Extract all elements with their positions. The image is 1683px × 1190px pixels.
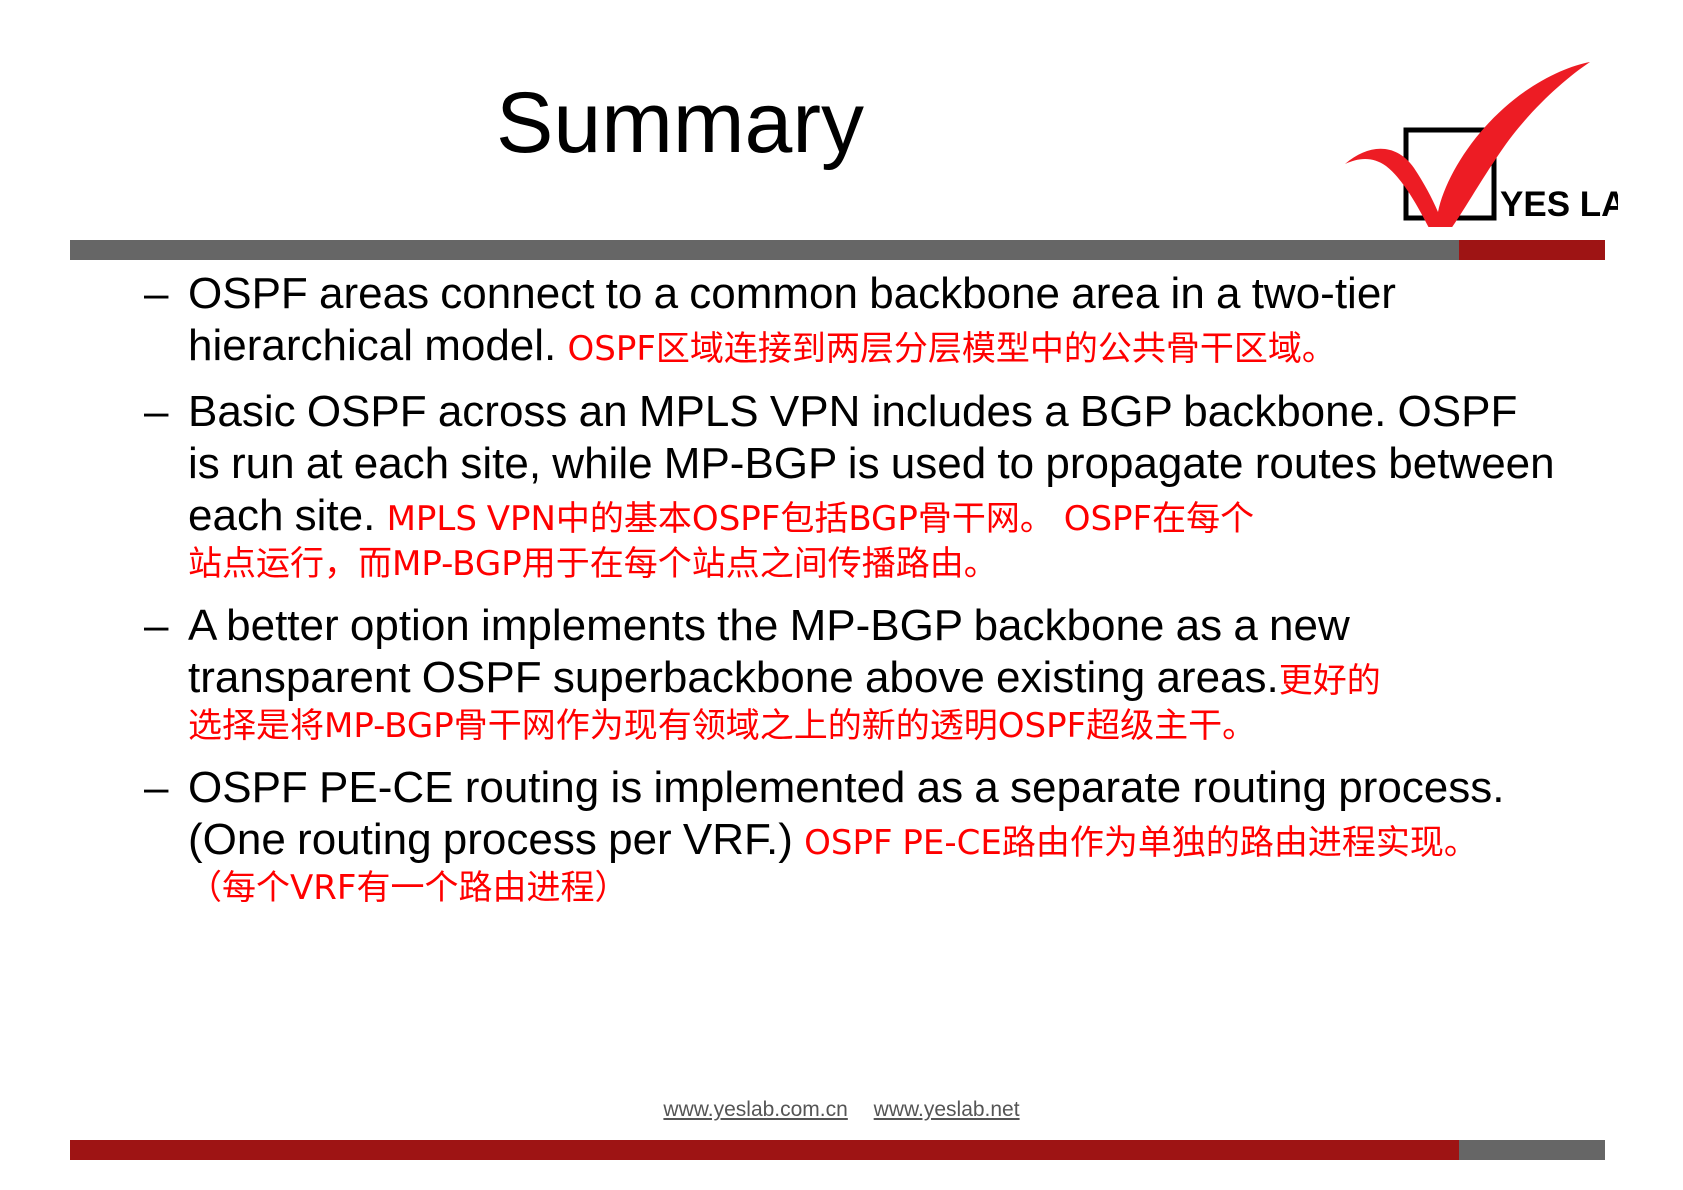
bullet-text-cn: OSPF PE-CE路由作为单独的路由进程实现。 [804,822,1478,863]
bullet-text-cn: 更好的 [1278,660,1381,701]
footer-bar-gray [1459,1140,1605,1160]
bullet-text-en: A better option implements the MP-BGP ba… [188,600,1350,702]
yes-lab-logo: YES LAB [1318,52,1618,227]
bullet-text-cn-extra: 选择是将MP-BGP骨干网作为现有领域之上的新的透明OSPF超级主干。 [188,705,1257,746]
page-title: Summary [496,75,864,171]
bullet-text-cn: MPLS VPN中的基本OSPF包括BGP骨干网。 OSPF在每个 [386,498,1255,539]
header-bar-gray [70,240,1459,260]
bullet-marker: – [144,600,169,650]
footer-link-yeslab-net[interactable]: www.yeslab.net [874,1098,1020,1121]
yes-lab-logo-text: YES LAB [1500,185,1618,224]
bullet-marker: – [144,386,169,436]
bullet-text: OSPF PE-CE routing is implemented as a s… [188,762,1560,910]
bullet-text: Basic OSPF across an MPLS VPN includes a… [188,386,1560,586]
bullet-text-cn: OSPF区域连接到两层分层模型中的公共骨干区域。 [567,328,1336,369]
footer-links: www.yeslab.com.cn www.yeslab.net [0,1098,1683,1122]
bullet-text-cn-extra: 站点运行，而MP-BGP用于在每个站点之间传播路由。 [188,543,998,584]
bullet-marker: – [144,269,169,318]
list-item: – OSPF PE-CE routing is implemented as a… [140,762,1560,910]
bullet-text-cn-extra: （每个VRF有一个路由进程） [188,867,629,908]
bullet-text: A better option implements the MP-BGP ba… [188,600,1560,748]
bullet-marker: – [144,762,169,812]
list-item: – Basic OSPF across an MPLS VPN includes… [140,386,1560,586]
bullet-list: – OSPF areas connect to a common backbon… [140,268,1560,924]
yes-lab-logo-icon: YES LAB [1345,62,1618,227]
list-item: – A better option implements the MP-BGP … [140,600,1560,748]
presentation-slide: Summary YES LAB – OSPF areas connect to … [0,0,1683,1190]
footer-link-yeslab-com-cn[interactable]: www.yeslab.com.cn [663,1098,847,1121]
footer-bar-red [70,1140,1459,1160]
list-item: – OSPF areas connect to a common backbon… [140,268,1560,372]
header-bar-red [1459,240,1605,260]
bullet-text: OSPF areas connect to a common backbone … [188,268,1560,372]
